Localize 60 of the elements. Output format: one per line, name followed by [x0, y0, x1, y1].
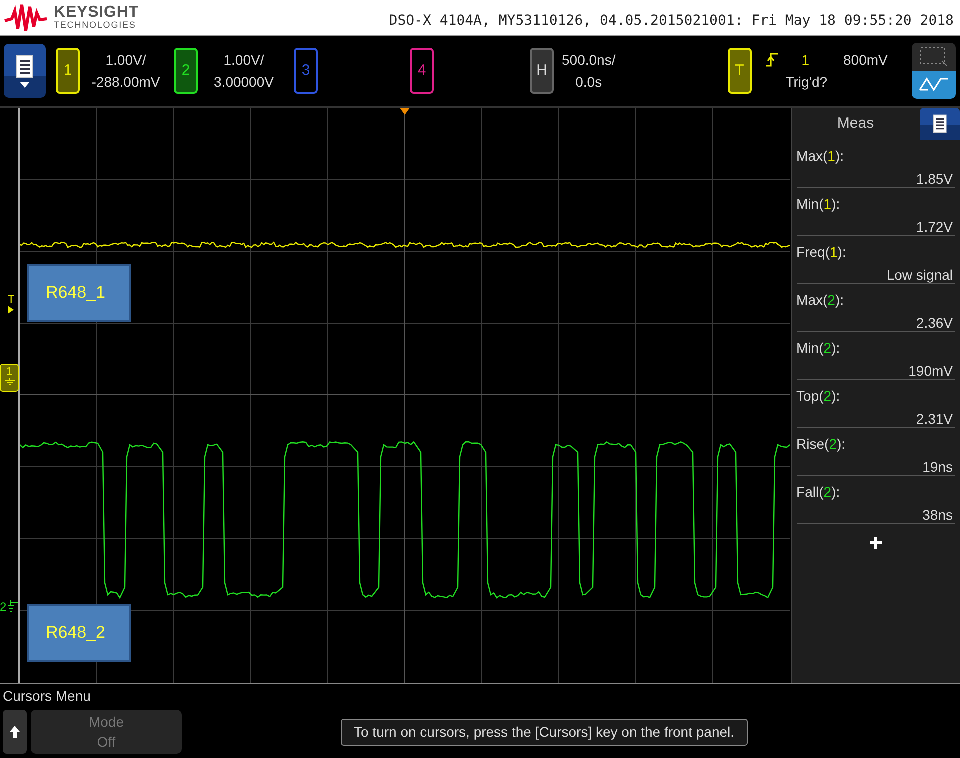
ground-icon	[8, 600, 18, 614]
dashed-rectangle-icon	[920, 47, 948, 67]
time-delay: 0.0s	[576, 73, 602, 92]
trigger-level-marker: T	[8, 295, 15, 306]
channel-ground-marker: 2	[0, 601, 7, 613]
instrument-info: DSO-X 4104A, MY53110126, 04.05.2015021001: Fri May 18 09:55:20 2018	[389, 12, 954, 31]
wave-logo-icon	[4, 2, 48, 32]
measurement-value: 2.31V	[916, 410, 954, 429]
channel-ground-marker: 1	[0, 364, 19, 392]
channel-scale: 1.00V/	[106, 51, 146, 70]
measurement-value: 190mV	[908, 362, 954, 381]
trigger-status: Trig'd?	[786, 73, 829, 92]
brand-subtitle: TECHNOLOGIES	[54, 21, 138, 30]
add-icon[interactable]	[868, 536, 883, 550]
measurement-value: 19ns	[922, 458, 954, 477]
trigger-key[interactable]: T	[728, 48, 752, 94]
ground-icon	[4, 378, 14, 386]
time-scale: 500.0ns/	[562, 51, 616, 70]
channel-key[interactable]: 2	[174, 48, 198, 94]
measurement-value: 1.85V	[916, 170, 954, 189]
channel-key[interactable]: 1	[56, 48, 80, 94]
measurement-label: Max(1):	[796, 147, 846, 166]
menu-title: Cursors Menu	[3, 687, 92, 705]
triangle-icon	[8, 306, 14, 314]
measurement-value: 2.36V	[916, 314, 954, 333]
measurement-label: Freq(1):	[796, 243, 848, 262]
trigger-position-icon	[400, 108, 410, 115]
measurement-label: Min(2):	[796, 339, 842, 358]
horizontal-key[interactable]: H	[530, 48, 554, 94]
caret-icon	[20, 82, 30, 88]
measurement-label: Min(1):	[796, 195, 842, 214]
trigger-level: 800mV	[844, 51, 888, 70]
measurement-value: 1.72V	[916, 218, 954, 237]
trace-label: R648_2	[46, 622, 106, 644]
panel-title: Meas	[837, 114, 874, 134]
back-button[interactable]	[3, 710, 27, 754]
up-arrow-icon	[10, 726, 20, 738]
brand-name: KEYSIGHT	[54, 5, 139, 21]
rising-edge-icon	[766, 53, 778, 67]
measurement-label: Max(2):	[796, 291, 846, 310]
channel-key[interactable]: 4	[410, 48, 434, 94]
main-menu-button[interactable]	[4, 44, 46, 98]
channel-key[interactable]: 3	[294, 48, 318, 94]
channel-offset: 3.00000V	[214, 73, 274, 92]
measurement-label: Fall(2):	[796, 483, 842, 502]
trace-label: R648_1	[46, 282, 106, 304]
trigger-source: 1	[802, 51, 810, 70]
channel-offset: -288.00mV	[92, 73, 160, 92]
measurement-label: Rise(2):	[796, 435, 847, 454]
status-message: To turn on cursors, press the [Cursors] key on the front panel.	[341, 718, 748, 746]
panel-menu-button[interactable]	[920, 108, 960, 140]
measurement-label: Top(2):	[796, 387, 842, 406]
zoom-box-button[interactable]	[912, 43, 956, 71]
measurement-value: 38ns	[922, 506, 954, 525]
waveform-arrows-icon	[919, 76, 949, 94]
measurement-value: Low signal	[886, 266, 954, 285]
list-icon	[932, 114, 948, 134]
channel-scale: 1.00V/	[224, 51, 264, 70]
autoscale-button[interactable]	[912, 71, 956, 99]
list-icon	[15, 54, 35, 80]
